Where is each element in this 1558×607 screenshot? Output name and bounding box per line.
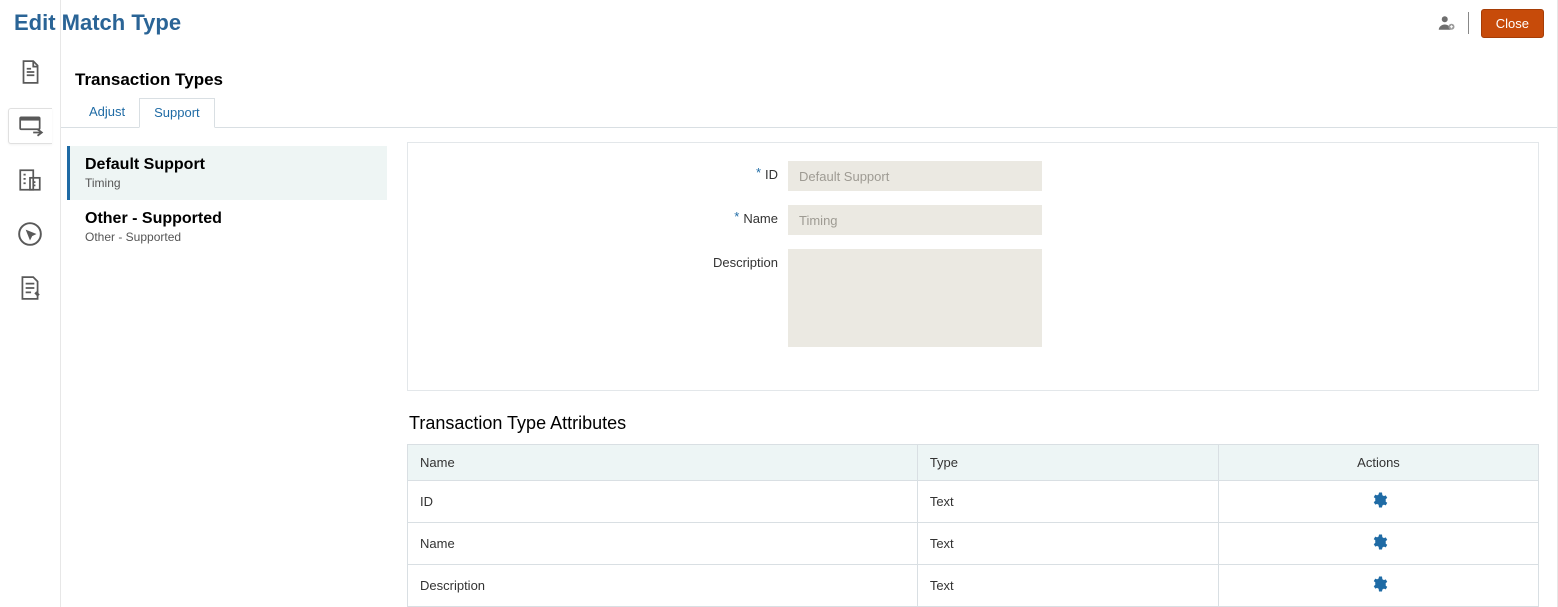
col-type: Type	[917, 445, 1218, 481]
col-name: Name	[408, 445, 918, 481]
nav-building-icon[interactable]	[8, 162, 52, 198]
table-row: Description Text	[408, 565, 1539, 607]
nav-cursor-icon[interactable]	[8, 216, 52, 252]
list-item-subtitle: Timing	[85, 176, 373, 190]
attributes-heading: Transaction Type Attributes	[409, 413, 1539, 434]
list-item[interactable]: Default Support Timing	[67, 146, 387, 200]
table-row: Name Text	[408, 523, 1539, 565]
attr-name: ID	[408, 481, 918, 523]
gear-icon[interactable]	[1370, 575, 1388, 593]
attr-type: Text	[917, 523, 1218, 565]
nav-document-icon[interactable]	[8, 54, 52, 90]
tab-adjust[interactable]: Adjust	[75, 98, 139, 127]
user-role-icon[interactable]	[1438, 14, 1456, 32]
col-actions: Actions	[1219, 445, 1539, 481]
section-heading: Transaction Types	[61, 52, 1557, 98]
description-field	[788, 249, 1042, 347]
description-label: Description	[428, 249, 788, 270]
name-label: *Name	[428, 205, 788, 226]
gear-icon[interactable]	[1370, 491, 1388, 509]
gear-icon[interactable]	[1370, 533, 1388, 551]
page-title: Edit Match Type	[14, 10, 181, 36]
id-field	[788, 161, 1042, 191]
name-field	[788, 205, 1042, 235]
attr-name: Name	[408, 523, 918, 565]
close-button[interactable]: Close	[1481, 9, 1544, 38]
attr-type: Text	[917, 565, 1218, 607]
attributes-table: Name Type Actions ID Text Name	[407, 444, 1539, 607]
list-item-title: Other - Supported	[85, 210, 373, 228]
nav-export-icon[interactable]	[8, 108, 52, 144]
attr-name: Description	[408, 565, 918, 607]
list-item[interactable]: Other - Supported Other - Supported	[67, 200, 387, 254]
attr-type: Text	[917, 481, 1218, 523]
id-label: *ID	[428, 161, 788, 182]
list-item-title: Default Support	[85, 156, 373, 174]
table-row: ID Text	[408, 481, 1539, 523]
nav-doc-tool-icon[interactable]	[8, 270, 52, 306]
list-item-subtitle: Other - Supported	[85, 230, 373, 244]
header-divider	[1468, 12, 1469, 34]
tab-support[interactable]: Support	[139, 98, 215, 128]
